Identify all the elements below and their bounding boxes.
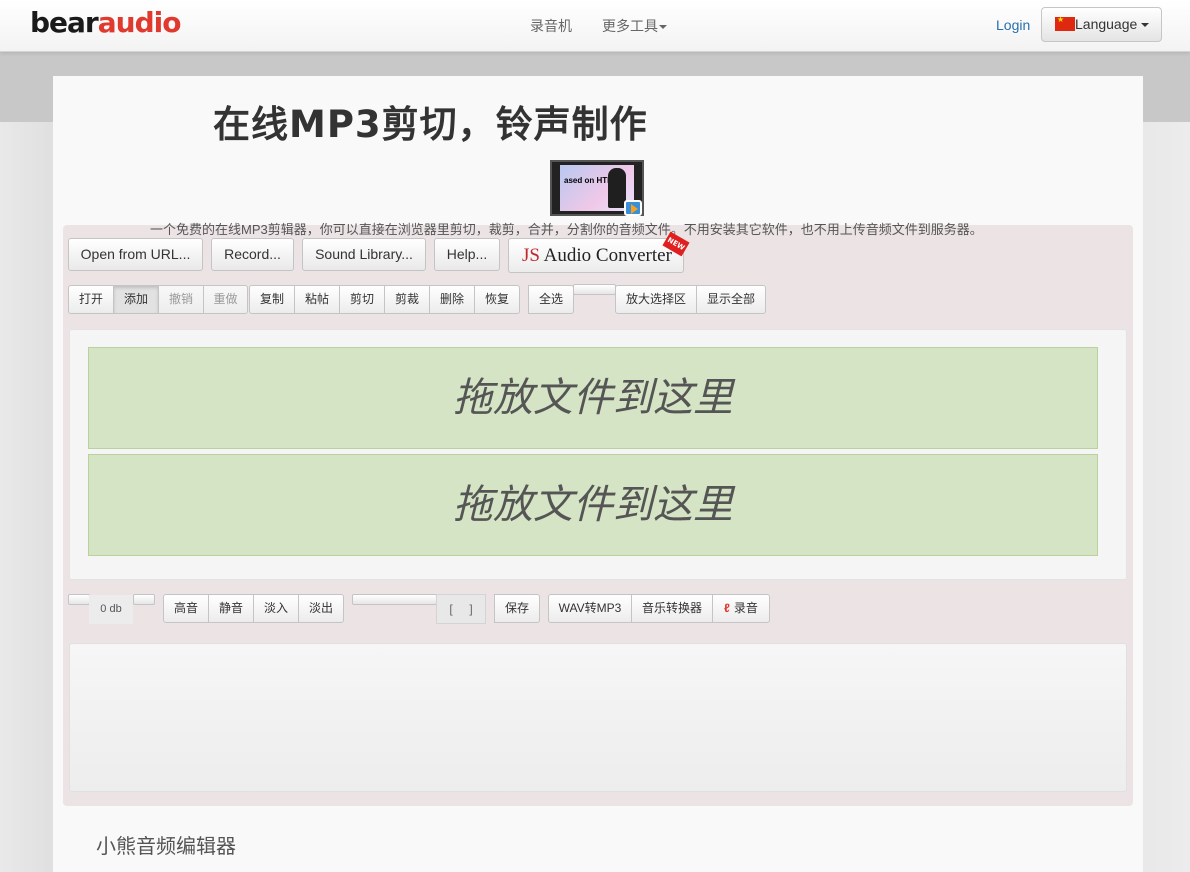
paste-button[interactable]: 粘帖	[294, 285, 340, 314]
fade-in-button[interactable]: 淡入	[253, 594, 299, 623]
logo-part-bear: bear	[30, 6, 99, 39]
volume-slider-right[interactable]	[133, 594, 155, 605]
show-all-button[interactable]: 显示全部	[696, 285, 766, 314]
chevron-down-icon	[1141, 23, 1150, 28]
playback-position-slider[interactable]	[352, 594, 437, 605]
js-audio-converter-button[interactable]: JS Audio Converter NEW	[508, 231, 690, 273]
drop-zone-track-1[interactable]: 拖放文件到这里	[88, 347, 1098, 449]
play-icon	[624, 200, 642, 216]
effects-button-group: 高音 静音 淡入 淡出	[163, 594, 344, 623]
add-button[interactable]: 添加	[113, 285, 159, 314]
selection-start-bracket: [	[449, 602, 453, 616]
tools-button-group: WAV转MP3 音乐转换器 ℓ 录音	[548, 594, 770, 623]
redo-button[interactable]: 重做	[203, 285, 248, 314]
china-flag-icon	[1055, 15, 1075, 31]
record-button-label: 录音	[733, 601, 758, 615]
music-converter-button[interactable]: 音乐转换器	[631, 594, 713, 623]
record-icon: ℓ	[724, 601, 730, 615]
page-title: 在线MP3剪切，铃声制作	[213, 103, 648, 146]
select-all-button[interactable]: 全选	[528, 285, 574, 314]
volume-db-readout: 0 db	[89, 595, 133, 624]
help-button[interactable]: Help...	[434, 238, 500, 271]
fade-out-button[interactable]: 淡出	[298, 594, 344, 623]
wav-to-mp3-button[interactable]: WAV转MP3	[548, 594, 632, 623]
undo-button[interactable]: 撤销	[158, 285, 204, 314]
login-link[interactable]: Login	[996, 17, 1030, 33]
delete-button[interactable]: 删除	[429, 285, 475, 314]
intro-video-thumbnail[interactable]: ased on HTML5	[550, 160, 644, 216]
edit-button-group: 复制 粘帖 剪切 剪裁 删除 恢复	[249, 285, 520, 314]
drop-zone-track-2[interactable]: 拖放文件到这里	[88, 454, 1098, 556]
record-button[interactable]: ℓ 录音	[712, 594, 770, 623]
file-button-group: 打开 添加 撤销 重做	[68, 285, 248, 314]
selection-end-bracket: ]	[469, 602, 473, 616]
js-converter-label: Audio Converter	[543, 245, 672, 266]
volume-slider-left[interactable]	[68, 594, 90, 605]
save-button-group: 保存	[494, 594, 540, 623]
js-prefix: JS	[522, 245, 540, 266]
language-label: Language	[1075, 16, 1138, 32]
zoom-button-group: 放大选择区 显示全部	[615, 285, 766, 314]
zoom-slider[interactable]	[573, 284, 616, 295]
audio-info-area	[69, 643, 1127, 792]
gain-button[interactable]: 高音	[163, 594, 209, 623]
mute-button[interactable]: 静音	[208, 594, 254, 623]
copy-button[interactable]: 复制	[249, 285, 295, 314]
chevron-down-icon	[659, 25, 667, 30]
language-dropdown-button[interactable]: Language	[1041, 7, 1162, 42]
footer-section-title: 小熊音频编辑器	[96, 834, 236, 858]
bearaudio-logo[interactable]: bearaudio	[30, 6, 182, 40]
nav-recorder-link[interactable]: 录音机	[530, 16, 572, 36]
logo-part-audio: audio	[97, 6, 182, 39]
selection-button-group: 全选	[528, 285, 574, 314]
nav-more-tools-dropdown[interactable]: 更多工具	[602, 16, 667, 36]
selection-range-display: [ ]	[436, 594, 486, 624]
top-navbar: bearaudio 录音机 更多工具 Login Language	[0, 0, 1190, 52]
nav-more-tools-label: 更多工具	[602, 18, 658, 34]
restore-button[interactable]: 恢复	[474, 285, 520, 314]
open-button[interactable]: 打开	[68, 285, 114, 314]
record-dialog-button[interactable]: Record...	[211, 238, 294, 271]
sound-library-button[interactable]: Sound Library...	[302, 238, 426, 271]
cut-button[interactable]: 剪切	[339, 285, 385, 314]
crop-button[interactable]: 剪裁	[384, 285, 430, 314]
save-button[interactable]: 保存	[494, 594, 540, 623]
open-from-url-button[interactable]: Open from URL...	[68, 238, 203, 271]
page-description: 一个免费的在线MP3剪辑器，你可以直接在浏览器里剪切，裁剪，合并，分割你的音频文…	[150, 222, 983, 237]
zoom-selection-button[interactable]: 放大选择区	[615, 285, 697, 314]
